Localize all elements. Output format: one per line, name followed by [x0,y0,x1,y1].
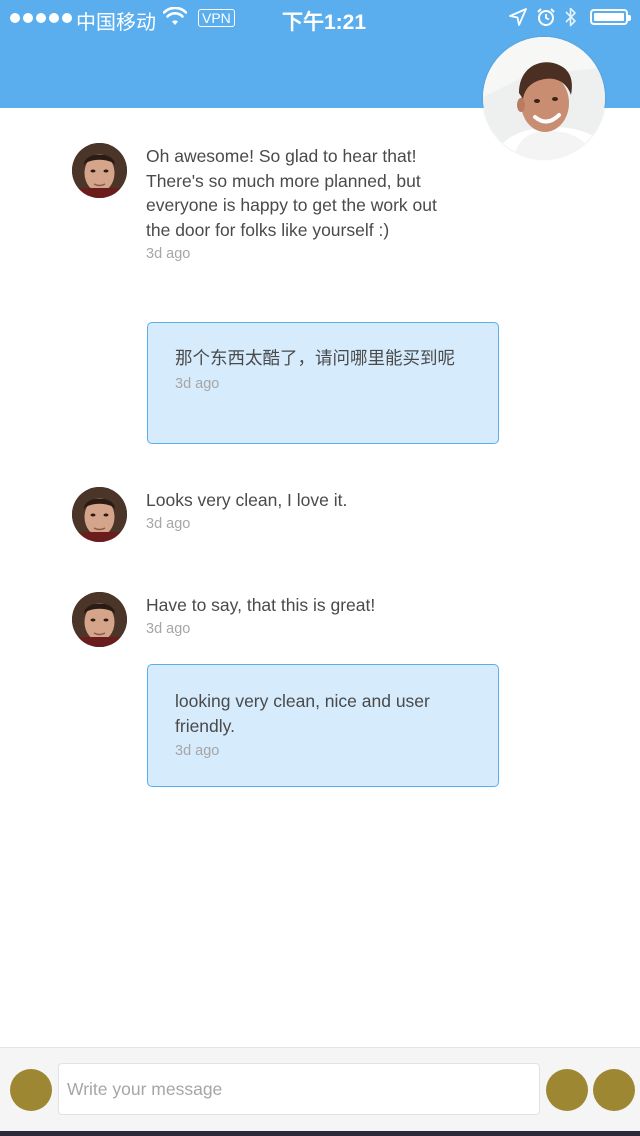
message-input[interactable] [58,1063,540,1115]
message-text: Looks very clean, I love it. [146,490,348,510]
sender-avatar[interactable] [72,487,127,542]
carrier-name: 中国移动 [76,12,156,34]
vpn-badge: VPN [198,9,235,27]
message-composer [0,1047,640,1136]
message-text: looking very clean, nice and user friend… [175,691,430,736]
status-bar: 中国移动 VPN 下午1:21 [0,0,640,36]
wifi-icon [162,6,188,33]
message-timestamp: 3d ago [146,621,191,637]
chat-screen: 中国移动 VPN 下午1:21 Oh awesome! So glad to h… [0,0,640,1136]
message-text: Have to say, that this is great! [146,595,376,615]
sender-avatar[interactable] [72,143,127,198]
profile-avatar[interactable] [483,37,605,159]
location-arrow-icon [508,7,528,33]
emoji-button[interactable] [546,1069,588,1111]
sender-avatar[interactable] [72,592,127,647]
message-timestamp: 3d ago [175,376,220,392]
message-text: 那个东西太酷了，请问哪里能买到呢 [175,348,455,368]
attachment-button[interactable] [10,1069,52,1111]
bluetooth-icon [563,6,579,34]
message-timestamp: 3d ago [146,246,191,262]
alarm-clock-icon [536,7,556,33]
bottom-edge [0,1131,640,1136]
battery-icon [590,9,631,25]
message-timestamp: 3d ago [175,743,220,759]
message-timestamp: 3d ago [146,516,191,532]
message-bubble: looking very clean, nice and user friend… [147,664,499,787]
send-button[interactable] [593,1069,635,1111]
battery-level-fill [594,13,624,21]
message-text: Oh awesome! So glad to hear that! There'… [146,146,437,240]
status-time: 下午1:21 [282,11,367,34]
message-bubble: 那个东西太酷了，请问哪里能买到呢 3d ago [147,322,499,444]
signal-strength-icon [10,13,72,23]
